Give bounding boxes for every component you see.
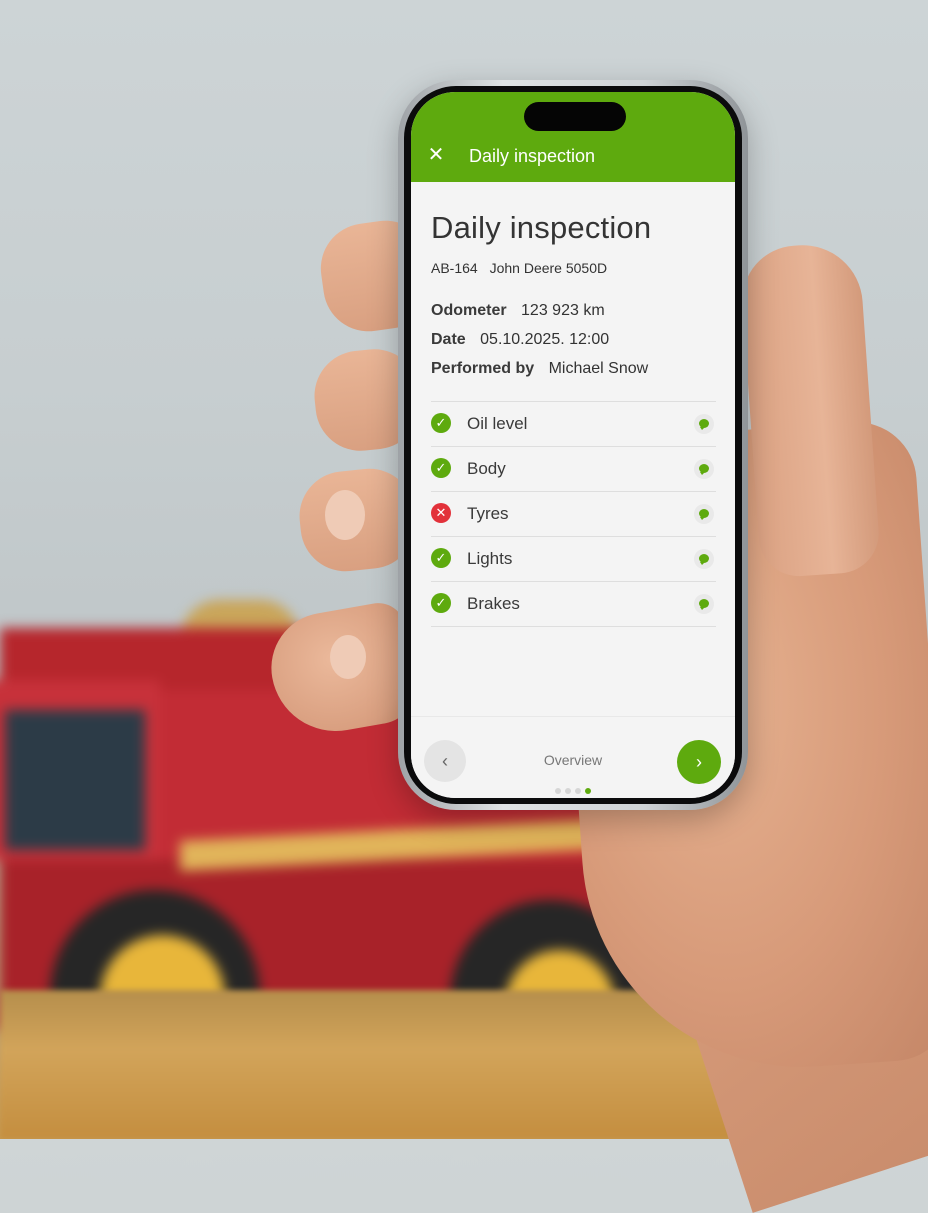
- checklist-item-label: Tyres: [467, 504, 509, 523]
- odometer-value: 123 923 km: [521, 302, 605, 319]
- step-dot: [575, 788, 581, 794]
- checklist-item-oil-level[interactable]: ✓ Oil level: [431, 402, 716, 447]
- odometer-row: Odometer 123 923 km: [431, 302, 716, 331]
- checklist-item-lights[interactable]: ✓ Lights: [431, 537, 716, 582]
- cross-icon: ✕: [431, 503, 451, 523]
- next-button[interactable]: ›: [677, 740, 721, 784]
- checklist: ✓ Oil level ✓ Body ✕ Tyres ✓ Lights ✓ Br…: [431, 401, 716, 627]
- check-icon: ✓: [431, 548, 451, 568]
- checklist-item-label: Brakes: [467, 594, 520, 613]
- comment-icon[interactable]: [694, 414, 714, 434]
- checklist-item-brakes[interactable]: ✓ Brakes: [431, 582, 716, 627]
- phone: ✕ Daily inspection Daily inspection AB-1…: [398, 80, 748, 810]
- vehicle-info: AB-164 John Deere 5050D: [431, 260, 716, 276]
- checklist-item-label: Body: [467, 459, 506, 478]
- date-value: 05.10.2025. 12:00: [480, 331, 610, 348]
- check-icon: ✓: [431, 458, 451, 478]
- vehicle-name: John Deere 5050D: [489, 260, 608, 276]
- phone-screen: ✕ Daily inspection Daily inspection AB-1…: [411, 92, 735, 798]
- vehicle-code: AB-164: [431, 260, 478, 276]
- comment-icon[interactable]: [694, 549, 714, 569]
- page-title: Daily inspection: [431, 210, 652, 245]
- comment-icon[interactable]: [694, 459, 714, 479]
- checklist-item-label: Oil level: [467, 414, 528, 433]
- checklist-item-body[interactable]: ✓ Body: [431, 447, 716, 492]
- step-indicator: [411, 781, 735, 798]
- index-finger: [738, 241, 882, 579]
- inspection-details: Odometer 123 923 km Date 05.10.2025. 12:…: [431, 302, 716, 389]
- checklist-item-tyres[interactable]: ✕ Tyres: [431, 492, 716, 537]
- app-bar-title: Daily inspection: [469, 146, 596, 166]
- step-dot-active: [585, 788, 591, 794]
- chevron-right-icon: ›: [696, 752, 702, 772]
- date-label: Date: [431, 331, 466, 348]
- check-icon: ✓: [431, 413, 451, 433]
- comment-icon[interactable]: [694, 504, 714, 524]
- inspection-content: Daily inspection AB-164 John Deere 5050D…: [431, 182, 716, 627]
- checklist-item-label: Lights: [467, 549, 513, 568]
- date-row: Date 05.10.2025. 12:00: [431, 331, 716, 360]
- performed-by-label: Performed by: [431, 360, 535, 377]
- close-icon[interactable]: ✕: [425, 144, 447, 166]
- bottom-navigation: ‹ Overview ›: [411, 716, 735, 798]
- performed-by-value: Michael Snow: [548, 360, 649, 377]
- step-dot: [555, 788, 561, 794]
- step-dot: [565, 788, 571, 794]
- dynamic-island: [524, 102, 626, 131]
- performed-by-row: Performed by Michael Snow: [431, 360, 716, 389]
- check-icon: ✓: [431, 593, 451, 613]
- comment-icon[interactable]: [694, 594, 714, 614]
- odometer-label: Odometer: [431, 302, 507, 319]
